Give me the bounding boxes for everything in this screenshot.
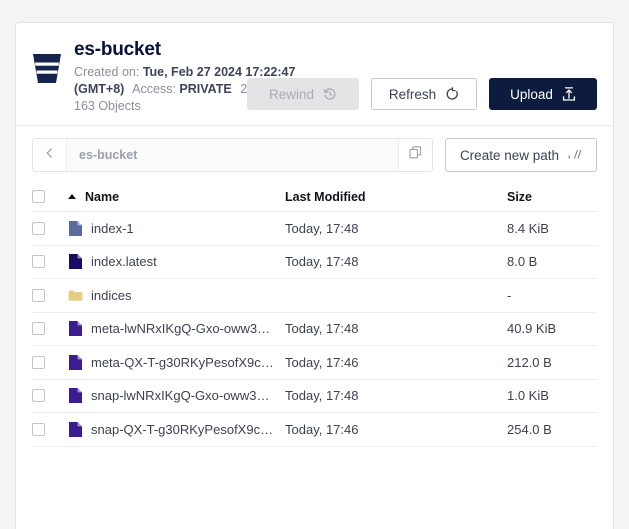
row-select-cell [32,322,68,336]
path-bar: es-bucket [32,138,433,172]
table-row[interactable]: index-1 Today, 17:48 8.4 KiB [32,212,597,246]
file-icon [68,253,83,270]
row-select-cell [32,288,68,302]
table-row[interactable]: snap-lwNRxIKgQ-Gxo-oww3Ebzw... Today, 17:… [32,380,597,413]
column-header-last-modified[interactable]: Last Modified [285,190,507,204]
column-header-name-label: Name [85,189,120,204]
row-last-modified: Today, 17:48 [285,254,359,270]
bucket-header: es-bucket Created on: Tue, Feb 27 2024 1… [16,23,613,126]
file-icon [68,354,83,371]
table-row[interactable]: snap-QX-T-g30RKyPesofX9cD1Q.... Today, 17… [32,413,597,447]
current-path-text[interactable]: es-bucket [67,139,398,171]
access-label: Access: [132,82,176,96]
row-select-cell [32,255,68,269]
row-name-cell[interactable]: snap-lwNRxIKgQ-Gxo-oww3Ebzw... [68,387,285,404]
table-header-row: Name Last Modified Size [32,182,597,212]
row-last-modified: Today, 17:46 [285,421,359,437]
row-name-label: snap-QX-T-g30RKyPesofX9cD1Q.... [91,421,275,437]
row-size: - [507,287,512,303]
row-last-modified: Today, 17:46 [285,354,359,370]
row-size: 8.0 B [507,254,538,270]
back-button[interactable] [33,139,67,171]
row-checkbox[interactable] [32,288,45,302]
row-size: 212.0 B [507,354,552,370]
row-name-cell[interactable]: index-1 [68,220,285,237]
folder-icon [68,287,83,304]
row-select-cell [32,389,68,403]
create-new-path-label: Create new path [459,147,559,163]
row-last-modified: Today, 17:48 [285,388,359,404]
chevron-left-icon [44,146,56,164]
refresh-button[interactable]: Refresh [371,78,477,110]
row-last-modified: Today, 17:48 [285,321,359,337]
file-generic-icon [68,220,83,237]
row-name-label: meta-lwNRxIKgQ-Gxo-oww3Ebz... [91,321,275,337]
select-all-cell [32,190,68,203]
row-checkbox[interactable] [32,255,45,269]
sort-asc-icon [68,194,76,199]
table-row[interactable]: meta-lwNRxIKgQ-Gxo-oww3Ebz... Today, 17:4… [32,313,597,346]
row-size: 254.0 B [507,421,552,437]
row-select-cell [32,422,68,436]
copy-path-button[interactable] [397,139,432,171]
create-new-path-button[interactable]: Create new path [444,138,597,172]
row-checkbox[interactable] [32,355,45,369]
table-row[interactable]: meta-QX-T-g30RKyPesofX9cD1Q.... Today, 17… [32,346,597,380]
file-icon [68,320,83,337]
row-name-label: index-1 [91,220,134,236]
row-name-label: index.latest [91,254,157,270]
row-name-cell[interactable]: snap-QX-T-g30RKyPesofX9cD1Q.... [68,421,285,438]
header-actions: Rewind Refresh Upload [247,78,597,110]
row-size: 1.0 KiB [507,388,549,404]
table-body: index-1 Today, 17:48 8.4 KiB index.latest To… [32,212,597,447]
bucket-title: es-bucket [74,39,161,60]
access-value: PRIVATE [179,82,232,96]
rewind-clock-icon [323,87,337,101]
row-checkbox[interactable] [32,322,45,336]
upload-icon [562,87,576,101]
row-name-cell[interactable]: meta-QX-T-g30RKyPesofX9cD1Q.... [68,354,285,371]
created-label: Created on: [74,65,140,79]
bucket-browser-card: es-bucket Created on: Tue, Feb 27 2024 1… [15,22,614,529]
refresh-icon [445,87,459,101]
row-select-cell [32,221,68,235]
file-icon [68,421,83,438]
row-checkbox[interactable] [32,389,45,403]
row-name-cell[interactable]: index.latest [68,253,285,270]
upload-button[interactable]: Upload [489,78,597,110]
select-all-checkbox[interactable] [32,190,45,203]
path-toolbar: es-bucket Create new path [16,126,613,182]
refresh-button-label: Refresh [388,86,437,102]
row-name-label: snap-lwNRxIKgQ-Gxo-oww3Ebzw... [91,388,275,404]
row-name-label: meta-QX-T-g30RKyPesofX9cD1Q.... [91,354,275,370]
row-size: 40.9 KiB [507,321,557,337]
bucket-icon [32,51,62,85]
object-table: Name Last Modified Size index-1 Today, 17… [16,182,613,447]
row-size: 8.4 KiB [507,220,549,236]
file-icon [68,387,83,404]
page-root: es-bucket Created on: Tue, Feb 27 2024 1… [0,0,629,529]
row-name-label: indices [91,287,132,303]
row-name-cell[interactable]: meta-lwNRxIKgQ-Gxo-oww3Ebz... [68,320,285,337]
row-select-cell [32,355,68,369]
row-name-cell[interactable]: indices [68,287,285,304]
row-last-modified: Today, 17:48 [285,220,359,236]
rewind-button[interactable]: Rewind [247,78,359,110]
row-checkbox[interactable] [32,422,45,436]
new-path-icon [568,148,582,163]
table-row[interactable]: indices - [32,279,597,313]
upload-button-label: Upload [510,86,553,102]
rewind-button-label: Rewind [268,86,315,102]
row-checkbox[interactable] [32,221,45,235]
column-header-name[interactable]: Name [68,190,285,204]
column-header-size[interactable]: Size [507,190,597,204]
copy-icon [409,146,422,164]
table-row[interactable]: index.latest Today, 17:48 8.0 B [32,246,597,279]
